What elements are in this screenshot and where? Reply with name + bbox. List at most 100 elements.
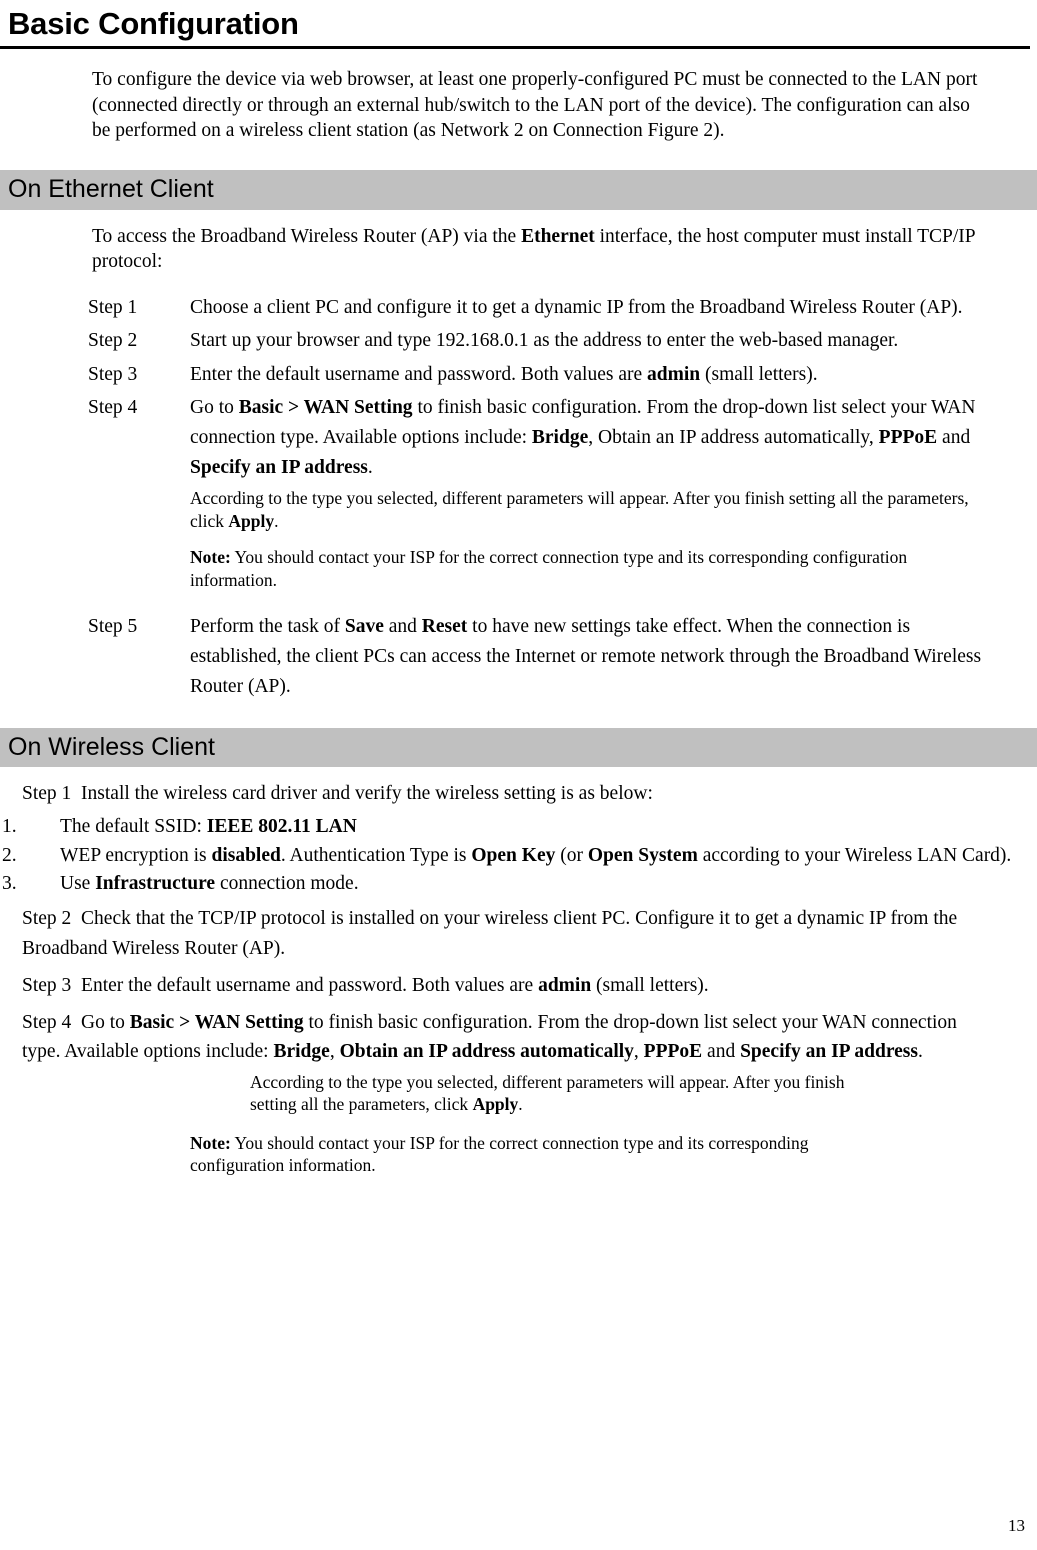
- step4-subparagraph: According to the type you selected, diff…: [190, 487, 998, 532]
- section-heading-ethernet: On Ethernet Client: [0, 170, 1037, 210]
- step4-bold-specify-ip: Specify an IP address: [190, 457, 368, 479]
- wstep4-bold-bridge: Bridge: [273, 1041, 330, 1063]
- title-divider: [0, 46, 1030, 49]
- step4-bold-apply: Apply: [228, 510, 275, 531]
- step4-text-1: Go to: [190, 396, 239, 418]
- table-row: Step 5 Perform the task of Save and Rese…: [88, 594, 998, 706]
- wireless-step-2-label: Step 2: [22, 908, 72, 930]
- list-2-text-1: Use: [60, 873, 96, 895]
- wstep4-bold-wan-setting: Basic > WAN Setting: [129, 1012, 304, 1034]
- step4-text-3: , Obtain an IP address automatically,: [588, 427, 879, 449]
- step-text: Enter the default username and password.…: [190, 360, 998, 393]
- list-item-text: Use Infrastructure connection mode.: [60, 871, 1037, 896]
- list-item: 1. The default SSID: IEEE 802.11 LAN: [0, 814, 1037, 839]
- step4-text-4: and: [937, 427, 971, 449]
- wireless-step-1-label: Step 1: [22, 783, 72, 805]
- wireless-step-2: Step 2 Check that the TCP/IP protocol is…: [22, 904, 982, 963]
- list-1-text-3: (or: [555, 844, 588, 866]
- page-number: 13: [1008, 1516, 1025, 1535]
- table-row: Step 3 Enter the default username and pa…: [88, 360, 998, 393]
- step5-bold-reset: Reset: [421, 616, 468, 638]
- section-heading-wireless: On Wireless Client: [0, 727, 1037, 768]
- list-item-text: The default SSID: IEEE 802.11 LAN: [60, 814, 1037, 839]
- list-item: 2. WEP encryption is disabled. Authentic…: [0, 843, 1037, 868]
- list-item-number: 3.: [2, 873, 17, 895]
- list-1-bold-disabled: disabled: [211, 844, 281, 866]
- wstep4-bold-apply: Apply: [472, 1094, 519, 1115]
- wstep4-bold-obtain-ip: Obtain an IP address automatically: [339, 1041, 634, 1063]
- wireless-step-4-note: Note: You should contact your ISP for th…: [190, 1132, 890, 1177]
- list-item-number: 2.: [2, 844, 17, 866]
- note-text: You should contact your ISP for the corr…: [190, 1132, 809, 1175]
- list-item-number: 1.: [2, 816, 17, 838]
- wireless-step-3-text-a: Enter the default username and password.…: [81, 974, 539, 996]
- step4-sub-text-b: .: [274, 510, 279, 531]
- wireless-settings-list: 1. The default SSID: IEEE 802.11 LAN 2. …: [0, 814, 1037, 896]
- list-0-bold-ssid: IEEE 802.11 LAN: [206, 816, 357, 838]
- step-text-a: Enter the default username and password.…: [190, 363, 648, 385]
- step4-bold-bridge: Bridge: [531, 427, 589, 449]
- wstep4-text-5: and: [702, 1041, 741, 1063]
- step-label: Step 4: [88, 396, 138, 418]
- wstep4-text-6: .: [917, 1041, 923, 1063]
- wstep4-bold-pppoe: PPPoE: [643, 1041, 703, 1063]
- step-label: Step 1: [88, 297, 138, 319]
- wstep4-sub-text-a: According to the type you selected, diff…: [250, 1071, 845, 1115]
- wireless-step-1: Step 1 Install the wireless card driver …: [22, 779, 1002, 808]
- step-text: Choose a client PC and configure it to g…: [190, 297, 963, 319]
- ethernet-steps-table: Step 1 Choose a client PC and configure …: [88, 293, 998, 706]
- table-row: Step 4 Go to Basic > WAN Setting to fini…: [88, 393, 998, 594]
- step-label: Step 3: [88, 363, 138, 385]
- wstep4-text-4: ,: [633, 1041, 644, 1063]
- step-text: Go to Basic > WAN Setting to finish basi…: [190, 393, 998, 594]
- step4-bold-wan-setting: Basic > WAN Setting: [238, 396, 413, 418]
- step4-bold-pppoe: PPPoE: [878, 427, 938, 449]
- note-label: Note:: [190, 547, 231, 568]
- list-1-bold-open-system: Open System: [587, 844, 698, 866]
- list-1-text-2: . Authentication Type is: [280, 844, 472, 866]
- wireless-step-3-bold-admin: admin: [538, 974, 592, 996]
- list-1-text-4: according to your Wireless LAN Card).: [697, 844, 1012, 866]
- wstep4-text-3: ,: [329, 1041, 340, 1063]
- list-1-bold-open-key: Open Key: [471, 844, 556, 866]
- wireless-step-4-label: Step 4: [22, 1012, 72, 1034]
- ethernet-lead-bold: Ethernet: [521, 225, 595, 247]
- table-row: Step 2 Start up your browser and type 19…: [88, 326, 998, 359]
- step-text: Perform the task of Save and Reset to ha…: [190, 594, 998, 706]
- step4-sub-text-a: According to the type you selected, diff…: [190, 488, 969, 531]
- page-title: Basic Configuration: [8, 6, 299, 41]
- note-text: You should contact your ISP for the corr…: [190, 547, 908, 590]
- step-label: Step 5: [88, 616, 138, 638]
- wireless-step-3-label: Step 3: [22, 974, 72, 996]
- step5-bold-save: Save: [344, 616, 384, 638]
- table-row: Step 1 Choose a client PC and configure …: [88, 293, 998, 326]
- wireless-step-3-text-b: (small letters).: [591, 974, 709, 996]
- ethernet-lead-paragraph: To access the Broadband Wireless Router …: [92, 224, 982, 275]
- document-page: Basic Configuration To configure the dev…: [0, 0, 1037, 1550]
- ethernet-lead-text-a: To access the Broadband Wireless Router …: [92, 225, 522, 247]
- list-1-text-1: WEP encryption is: [60, 844, 212, 866]
- list-0-text-1: The default SSID:: [60, 816, 207, 838]
- intro-paragraph: To configure the device via web browser,…: [92, 69, 978, 142]
- wireless-step-2-text: Check that the TCP/IP protocol is instal…: [22, 908, 958, 959]
- step-text: Start up your browser and type 192.168.0…: [190, 330, 899, 352]
- wstep4-text-1: Go to: [81, 1012, 130, 1034]
- step-label: Step 2: [88, 330, 138, 352]
- list-item-text: WEP encryption is disabled. Authenticati…: [60, 843, 1037, 868]
- wireless-step-4-subparagraph: According to the type you selected, diff…: [250, 1071, 890, 1116]
- step5-text-2: and: [383, 616, 422, 638]
- step-text-b: (small letters).: [700, 363, 818, 385]
- wstep4-bold-specify-ip: Specify an IP address: [740, 1041, 918, 1063]
- wstep4-sub-text-b: .: [518, 1094, 523, 1115]
- step-bold-admin: admin: [647, 363, 701, 385]
- list-item: 3. Use Infrastructure connection mode.: [0, 871, 1037, 896]
- list-2-text-2: connection mode.: [215, 873, 359, 895]
- wireless-step-1-text: Install the wireless card driver and ver…: [81, 783, 653, 805]
- step4-note: Note: You should contact your ISP for th…: [190, 546, 998, 591]
- note-label: Note:: [190, 1132, 231, 1153]
- step5-text-1: Perform the task of: [190, 616, 345, 638]
- wireless-step-3: Step 3 Enter the default username and pa…: [22, 971, 1002, 1000]
- wireless-step-4: Step 4 Go to Basic > WAN Setting to fini…: [22, 1008, 972, 1067]
- list-2-bold-infrastructure: Infrastructure: [95, 873, 216, 895]
- step4-text-5: .: [367, 457, 373, 479]
